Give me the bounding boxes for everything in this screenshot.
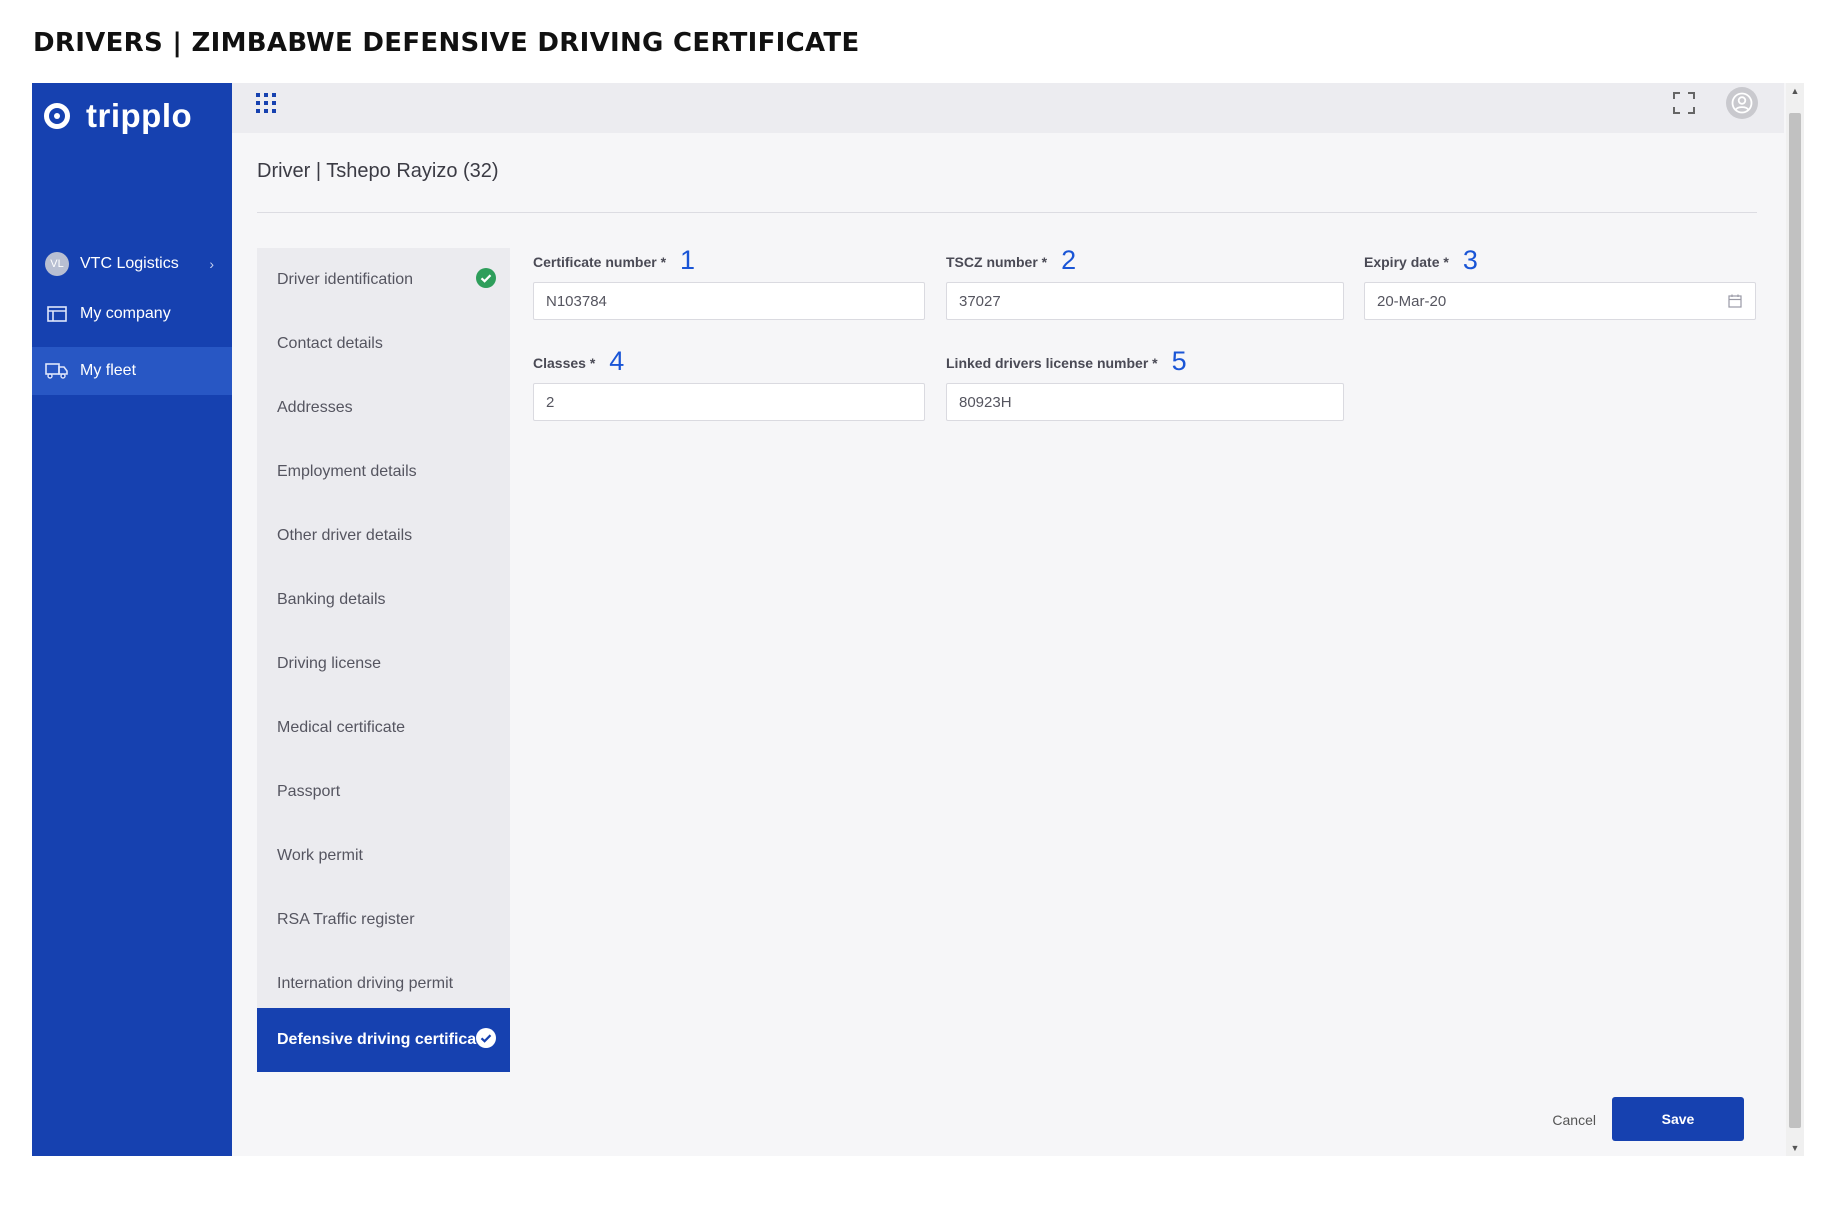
step-other-driver-details[interactable]: Other driver details xyxy=(257,504,510,568)
building-icon xyxy=(44,306,70,322)
step-label: Internation driving permit xyxy=(277,975,454,992)
logo[interactable]: tripplo xyxy=(44,97,192,135)
annotation-number: 2 xyxy=(1061,245,1077,275)
expiry-date-label: Expiry date * 3 xyxy=(1364,245,1478,275)
company-avatar: VL xyxy=(45,252,69,276)
check-circle-icon xyxy=(476,267,496,293)
step-label: Medical certificate xyxy=(277,719,406,736)
classes-label: Classes * 4 xyxy=(533,346,625,376)
step-label: Defensive driving certificate xyxy=(277,1031,491,1048)
step-banking-details[interactable]: Banking details xyxy=(257,568,510,632)
tscz-number-input[interactable] xyxy=(946,282,1344,320)
step-label: Banking details xyxy=(277,591,386,608)
sidebar-item-my-company[interactable]: My company xyxy=(32,290,232,338)
annotation-number: 1 xyxy=(680,245,696,275)
step-label: Passport xyxy=(277,783,341,800)
apps-grid-icon[interactable] xyxy=(256,93,276,113)
topbar xyxy=(232,83,1784,133)
step-rsa-traffic-register[interactable]: RSA Traffic register xyxy=(257,888,510,952)
step-addresses[interactable]: Addresses xyxy=(257,376,510,440)
linked-license-input[interactable] xyxy=(946,383,1344,421)
logo-icon xyxy=(44,103,70,129)
step-driver-identification[interactable]: Driver identification xyxy=(257,248,510,312)
annotation-number: 4 xyxy=(609,346,625,376)
classes-input[interactable] xyxy=(533,383,925,421)
step-label: Work permit xyxy=(277,847,363,864)
main-content: Driver | Tshepo Rayizo (32) Driver ident… xyxy=(232,133,1784,1156)
logo-text: tripplo xyxy=(86,97,193,134)
sidebar-item-label: VTC Logistics xyxy=(80,255,179,272)
linked-license-label: Linked drivers license number * 5 xyxy=(946,346,1187,376)
step-label: Driver identification xyxy=(277,271,414,288)
certificate-number-label: Certificate number * 1 xyxy=(533,245,696,275)
calendar-icon[interactable] xyxy=(1728,294,1742,313)
sidebar-item-my-fleet[interactable]: My fleet xyxy=(32,347,232,395)
truck-icon xyxy=(44,362,70,380)
sidebar-item-label: My fleet xyxy=(80,362,137,379)
user-avatar-icon[interactable] xyxy=(1726,87,1758,119)
annotation-number: 3 xyxy=(1462,245,1478,275)
step-work-permit[interactable]: Work permit xyxy=(257,824,510,888)
step-label: Employment details xyxy=(277,463,417,480)
cancel-button[interactable]: Cancel xyxy=(1546,1111,1602,1129)
sidebar: tripplo VL VTC Logistics › My company My… xyxy=(32,83,232,1156)
scroll-up-icon[interactable]: ▲ xyxy=(1789,85,1801,97)
fullscreen-icon[interactable] xyxy=(1672,91,1696,120)
expiry-date-input[interactable] xyxy=(1364,282,1756,320)
app-window: tripplo VL VTC Logistics › My company My… xyxy=(32,83,1804,1156)
step-label: Other driver details xyxy=(277,527,413,544)
step-medical-certificate[interactable]: Medical certificate xyxy=(257,696,510,760)
step-label: Addresses xyxy=(277,399,353,416)
step-international-driving-permit[interactable]: Internation driving permit xyxy=(257,952,510,1016)
step-label: Driving license xyxy=(277,655,382,672)
save-button[interactable]: Save xyxy=(1612,1097,1744,1141)
tscz-number-label: TSCZ number * 2 xyxy=(946,245,1077,275)
page-heading: DRIVERS | ZIMBABWE DEFENSIVE DRIVING CER… xyxy=(33,28,860,58)
scrollbar[interactable]: ▲ ▼ xyxy=(1786,83,1804,1156)
certificate-number-input[interactable] xyxy=(533,282,925,320)
step-contact-details[interactable]: Contact details xyxy=(257,312,510,376)
steps-nav: Driver identification Contact details Ad… xyxy=(257,248,510,1072)
annotation-number: 5 xyxy=(1171,346,1187,376)
scroll-down-icon[interactable]: ▼ xyxy=(1789,1142,1801,1154)
check-circle-icon xyxy=(476,1027,496,1053)
sidebar-item-label: My company xyxy=(80,305,171,322)
step-driving-license[interactable]: Driving license xyxy=(257,632,510,696)
chevron-right-icon: › xyxy=(209,256,214,272)
step-employment-details[interactable]: Employment details xyxy=(257,440,510,504)
scrollbar-thumb[interactable] xyxy=(1789,113,1801,1128)
sidebar-item-company-switcher[interactable]: VL VTC Logistics › xyxy=(32,240,232,288)
step-passport[interactable]: Passport xyxy=(257,760,510,824)
step-label: RSA Traffic register xyxy=(277,911,415,928)
step-label: Contact details xyxy=(277,335,383,352)
step-defensive-driving-certificate[interactable]: Defensive driving certificate xyxy=(257,1008,510,1072)
page-title: Driver | Tshepo Rayizo (32) xyxy=(257,160,499,182)
divider xyxy=(257,212,1757,213)
